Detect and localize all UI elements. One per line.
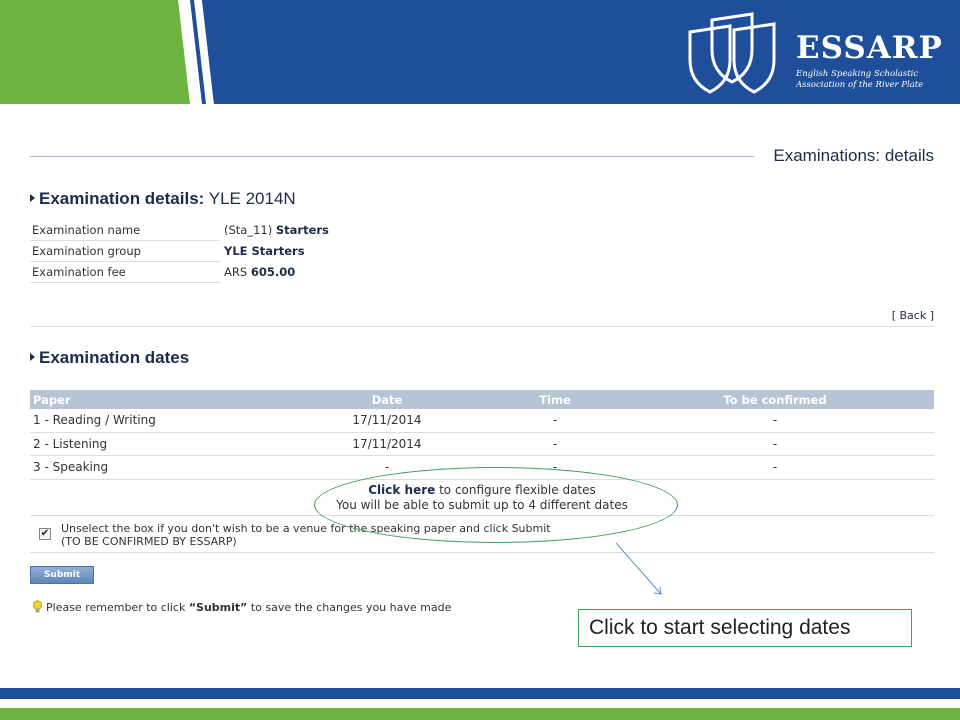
paper-cell: 2 - Listening	[33, 436, 108, 451]
reminder-text-pre: Please remember to click	[46, 601, 189, 614]
lightbulb-icon	[32, 600, 43, 613]
table-row: 1 - Reading / Writing 17/11/2014 - -	[30, 409, 934, 433]
detail-row-group: Examination group YLE Starters	[30, 241, 329, 262]
header-swoosh	[178, 0, 230, 104]
column-header-date: Date	[371, 392, 403, 407]
reminder-text-post: to save the changes you have made	[247, 601, 452, 614]
time-cell: -	[552, 436, 558, 451]
table-row: 2 - Listening 17/11/2014 - -	[30, 433, 934, 456]
detail-value: (Sta_11) Starters	[224, 223, 329, 237]
page-title: Examinations: details	[773, 146, 934, 165]
brand-name: ESSARP	[796, 30, 943, 66]
section-arrow-icon	[30, 194, 35, 202]
callout-box: Click to start selecting dates	[578, 609, 912, 647]
dates-heading-label: Examination dates	[39, 348, 190, 367]
details-heading-value: YLE 2014N	[208, 189, 296, 208]
tbc-cell: -	[772, 436, 778, 451]
footer-green-band	[0, 708, 960, 720]
tbc-cell: -	[772, 413, 778, 428]
brand-tagline: English Speaking Scholastic Association …	[796, 69, 924, 90]
column-header-to-be-confirmed: To be confirmed	[723, 392, 827, 407]
save-reminder: Please remember to click “Submit” to sav…	[32, 600, 451, 614]
detail-row-name: Examination name (Sta_11) Starters	[30, 220, 329, 241]
examination-dates-table: Paper Date Time To be confirmed 1 - Read…	[30, 390, 934, 480]
detail-label: Examination fee	[30, 262, 220, 283]
reminder-text-bold: “Submit”	[188, 601, 248, 614]
speaking-venue-checkbox[interactable]: ✔	[39, 528, 51, 540]
examination-dates-heading: Examination dates	[30, 348, 189, 368]
detail-row-fee: Examination fee ARS 605.00	[30, 262, 329, 283]
footer-blue-band	[0, 688, 960, 699]
section-divider	[30, 326, 934, 327]
date-cell: 17/11/2014	[352, 436, 422, 451]
detail-label: Examination name	[30, 220, 220, 241]
paper-cell: 3 - Speaking	[33, 460, 109, 475]
detail-value: ARS 605.00	[224, 265, 296, 279]
back-link[interactable]: [ Back ]	[892, 309, 934, 322]
time-cell: -	[552, 413, 558, 428]
table-header: Paper Date Time To be confirmed	[30, 390, 934, 409]
date-cell: 17/11/2014	[352, 413, 422, 428]
highlight-ellipse	[314, 467, 678, 543]
column-header-paper: Paper	[33, 392, 71, 407]
paper-cell: 1 - Reading / Writing	[33, 413, 156, 428]
column-header-time: Time	[539, 392, 571, 407]
examination-details-table: Examination name (Sta_11) Starters Exami…	[30, 220, 329, 283]
examination-details-heading: Examination details: YLE 2014N	[30, 189, 296, 209]
submit-button[interactable]: Submit	[30, 566, 94, 584]
detail-value: YLE Starters	[224, 244, 305, 258]
details-heading-label: Examination details:	[39, 189, 205, 208]
tbc-cell: -	[772, 460, 778, 475]
detail-label: Examination group	[30, 241, 220, 262]
section-arrow-icon	[30, 353, 35, 361]
callout-arrow-icon	[615, 542, 662, 595]
title-divider	[30, 156, 754, 157]
